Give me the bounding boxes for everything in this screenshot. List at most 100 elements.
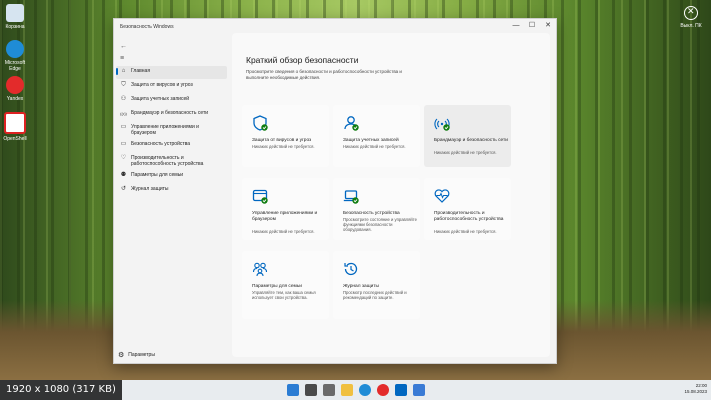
page-title: Краткий обзор безопасности	[246, 55, 359, 65]
sidebar-item-label: Брандмауэр и безопасность сети	[131, 110, 209, 116]
desktop-icon-edge[interactable]: Microsoft Edge	[2, 40, 28, 72]
desktop-icon-label: Корзина	[5, 24, 25, 30]
laptop-icon	[343, 190, 359, 204]
card-status: Никаких действий не требуется.	[434, 150, 497, 155]
heart-pulse-icon: ♡	[120, 155, 127, 161]
file-explorer-icon[interactable]	[340, 384, 353, 396]
card-virus-protection[interactable]: Защита от вирусов и угроз Никаких действ…	[242, 105, 329, 167]
sidebar-item-virus-protection[interactable]: ⛉ Защита от вирусов и угроз	[116, 80, 227, 93]
back-arrow-icon[interactable]: ←	[120, 43, 127, 50]
card-device-performance[interactable]: Производительность и работоспособность у…	[424, 178, 511, 240]
security-window: Безопасность Windows — ☐ ✕ ← ≡ ⌂ Главная…	[113, 18, 557, 364]
heart-pulse-icon	[434, 189, 450, 203]
card-status: Никаких действий не требуется.	[252, 144, 315, 149]
task-view-icon[interactable]	[322, 384, 335, 396]
sidebar: ⌂ Главная ⛉ Защита от вирусов и угроз ⚇ …	[114, 65, 229, 198]
yandex-icon	[6, 76, 24, 94]
history-icon	[344, 262, 358, 276]
card-title: Параметры для семьи	[252, 284, 302, 289]
gear-icon: ⚙	[118, 352, 125, 359]
card-status: Просмотрите состояние и управляйте функц…	[343, 217, 417, 232]
search-icon[interactable]	[304, 384, 317, 396]
start-button-icon[interactable]	[286, 384, 299, 396]
power-off-icon	[684, 6, 698, 20]
sidebar-item-label: Безопасность устройства	[131, 141, 191, 147]
sidebar-item-label: Управление приложениями и браузером	[131, 124, 199, 136]
sidebar-item-family[interactable]: ⚉ Параметры для семьи	[116, 170, 227, 183]
desktop-icon-label: Yandex	[6, 96, 24, 102]
person-icon: ⚇	[120, 96, 127, 102]
desktop-icon-label: OpenShell	[3, 136, 27, 142]
page-description: Просмотрите сведения о безопасности и ра…	[246, 69, 402, 80]
app-browser-icon	[252, 189, 268, 204]
settings-label: Параметры	[128, 352, 155, 358]
card-title: Журнал защиты	[343, 284, 379, 289]
card-family[interactable]: Параметры для семьи Управляйте тем, как …	[242, 251, 329, 319]
card-account-protection[interactable]: Защита учетных записей Никаких действий …	[333, 105, 420, 167]
desktop-icon-shutdown[interactable]: Выкл. ПК	[679, 6, 703, 29]
hamburger-menu-icon[interactable]: ≡	[120, 55, 124, 62]
image-info-overlay: 1920 x 1080 (317 KB)	[0, 380, 122, 400]
sidebar-item-label: Параметры для семьи	[131, 172, 184, 178]
home-icon: ⌂	[121, 68, 126, 74]
sidebar-item-label: Защита от вирусов и угроз	[131, 82, 193, 88]
history-icon: ↺	[120, 186, 127, 192]
sidebar-item-label: Главная	[131, 68, 151, 74]
clock-date: 15.08.2023	[684, 389, 707, 394]
desktop-icon-label: Выкл. ПК	[680, 23, 702, 29]
card-title: Производительность и работоспособность у…	[434, 211, 504, 222]
laptop-icon: ▭	[120, 141, 127, 147]
sidebar-item-app-browser[interactable]: ▭ Управление приложениями и браузером	[116, 122, 227, 138]
desktop-icon-yandex[interactable]: Yandex	[2, 76, 28, 102]
edge-icon[interactable]	[358, 384, 371, 396]
card-status: Никаких действий не требуется.	[434, 229, 497, 234]
window-controls: — ☐ ✕	[508, 19, 556, 33]
close-button[interactable]: ✕	[540, 19, 556, 33]
card-protection-history[interactable]: Журнал защиты Просмотр последних действи…	[333, 251, 420, 319]
sidebar-item-label: Журнал защиты	[131, 186, 169, 192]
desktop-icon-label: Microsoft Edge	[4, 60, 26, 72]
main-content: Краткий обзор безопасности Просмотрите с…	[232, 33, 550, 357]
card-title: Управление приложениями и браузером	[252, 211, 318, 222]
card-title: Безопасность устройства	[343, 211, 400, 216]
settings-link[interactable]: ⚙ Параметры	[118, 351, 155, 359]
store-icon[interactable]	[394, 384, 407, 396]
system-tray-clock[interactable]: 22:00 15.08.2023	[684, 383, 707, 395]
card-status: Просмотр последних действий и рекомендац…	[343, 290, 407, 300]
sidebar-item-protection-history[interactable]: ↺ Журнал защиты	[116, 184, 227, 197]
sidebar-item-device-security[interactable]: ▭ Безопасность устройства	[116, 139, 227, 152]
card-status: Никаких действий не требуется.	[343, 144, 406, 149]
desktop-icon-recycle-bin[interactable]: Корзина	[2, 4, 28, 30]
app-browser-icon: ▭	[120, 124, 127, 130]
card-device-security[interactable]: Безопасность устройства Просмотрите сост…	[333, 178, 420, 240]
sidebar-item-firewall[interactable]: ((•)) Брандмауэр и безопасность сети	[116, 108, 227, 121]
card-status: Управляйте тем, как ваша семья используе…	[252, 290, 316, 300]
sidebar-item-label: Защита учетных записей	[131, 96, 190, 102]
shield-icon: ⛉	[121, 82, 126, 88]
recycle-bin-icon	[6, 4, 24, 22]
minimize-button[interactable]: —	[508, 19, 524, 33]
shield-icon	[253, 115, 268, 131]
window-title: Безопасность Windows	[120, 24, 174, 30]
family-icon	[252, 262, 268, 277]
security-app-icon[interactable]	[412, 384, 425, 396]
card-title: Защита учетных записей	[343, 138, 399, 143]
sidebar-item-device-performance[interactable]: ♡ Производительность и работоспособность…	[116, 153, 227, 169]
sidebar-item-account-protection[interactable]: ⚇ Защита учетных записей	[116, 94, 227, 107]
sidebar-item-label: Производительность и работоспособность у…	[131, 155, 204, 167]
maximize-button[interactable]: ☐	[524, 19, 540, 33]
edge-icon	[6, 40, 24, 58]
wifi-icon: ((•))	[120, 111, 127, 116]
openshell-icon	[4, 112, 26, 134]
sidebar-item-home[interactable]: ⌂ Главная	[116, 66, 227, 79]
yandex-icon[interactable]	[376, 384, 389, 396]
wifi-icon	[434, 118, 450, 131]
card-title: Защита от вирусов и угроз	[252, 138, 312, 143]
card-title: Брандмауэр и безопасность сети	[434, 138, 508, 143]
card-app-browser[interactable]: Управление приложениями и браузером Ника…	[242, 178, 329, 240]
card-firewall[interactable]: Брандмауэр и безопасность сети Никаких д…	[424, 105, 511, 167]
person-icon	[344, 116, 359, 131]
card-status: Никаких действий не требуется.	[252, 229, 315, 234]
desktop-icon-openshell[interactable]: OpenShell	[2, 112, 28, 142]
family-icon: ⚉	[120, 172, 127, 178]
